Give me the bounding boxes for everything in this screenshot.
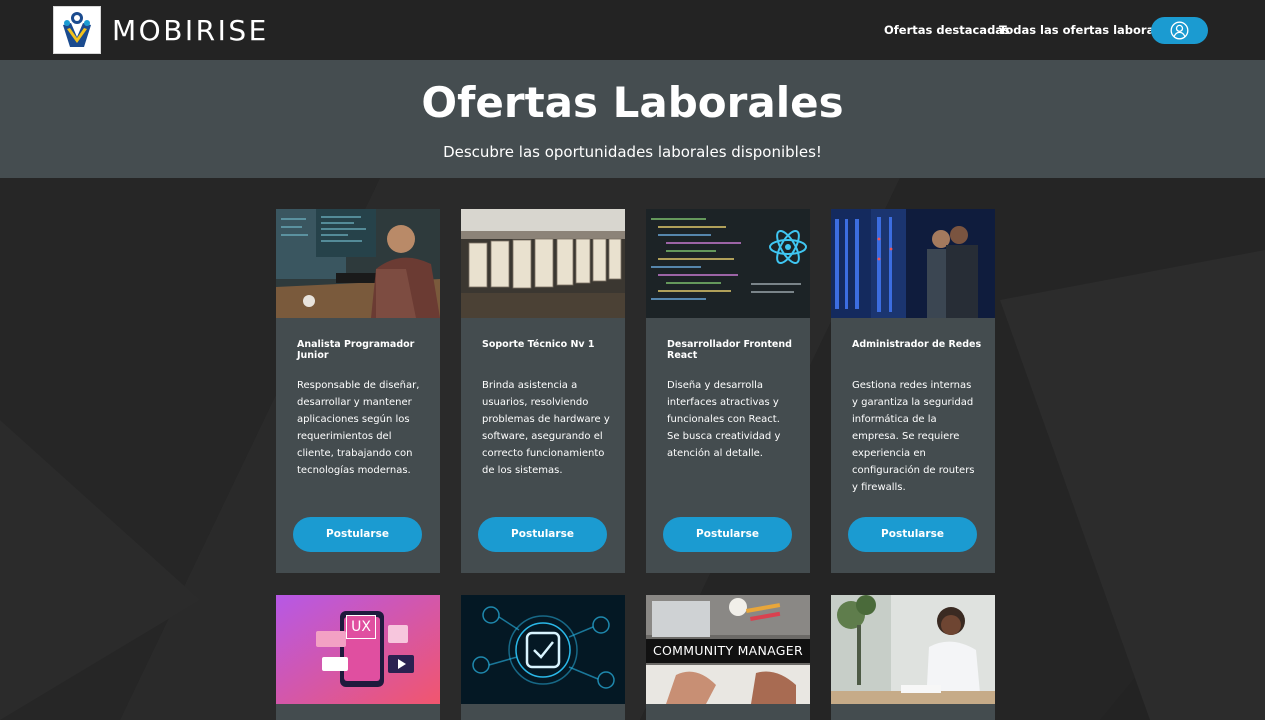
nav-link-all-offers[interactable]: Todas las ofertas laborales (999, 22, 1173, 38)
job-card: UX (276, 595, 440, 720)
apply-button[interactable]: Postularse (848, 517, 977, 552)
job-card (831, 595, 995, 720)
nav-link-featured[interactable]: Ofertas destacadas (884, 22, 1010, 38)
apply-button[interactable]: Postularse (663, 517, 792, 552)
job-image-ux: UX (276, 595, 440, 704)
page-subtitle: Descubre las oportunidades laborales dis… (443, 143, 822, 161)
job-card: Soporte Técnico Nv 1 Brinda asistencia a… (461, 209, 625, 573)
job-image-community: COMMUNITY MANAGER (646, 595, 810, 704)
job-card: Analista Programador Junior Responsable … (276, 209, 440, 573)
job-image-network (831, 209, 995, 318)
job-card: Desarrollador Frontend React Diseña y de… (646, 209, 810, 573)
apply-button[interactable]: Postularse (478, 517, 607, 552)
job-image-support (461, 209, 625, 318)
job-card: COMMUNITY MANAGER (646, 595, 810, 720)
job-image-security (461, 595, 625, 704)
job-description: Diseña y desarrolla interfaces atractiva… (667, 380, 781, 459)
job-title: Analista Programador Junior (297, 339, 415, 361)
ux-label: UX (346, 615, 376, 639)
community-manager-label: COMMUNITY MANAGER (646, 639, 810, 663)
job-image-operator (831, 595, 995, 704)
job-description: Brinda asistencia a usuarios, resolviend… (482, 380, 610, 476)
apply-button[interactable]: Postularse (293, 517, 422, 552)
job-image-react (646, 209, 810, 318)
job-image-programmer (276, 209, 440, 318)
job-card: Administrador de Redes Gestiona redes in… (831, 209, 995, 573)
job-card (461, 595, 625, 720)
job-description: Gestiona redes internas y garantiza la s… (852, 380, 975, 493)
logo[interactable] (53, 6, 101, 54)
hero-section: Ofertas Laborales Descubre las oportunid… (0, 60, 1265, 178)
user-button[interactable] (1151, 17, 1208, 44)
job-description: Responsable de diseñar, desarrollar y ma… (297, 380, 420, 476)
brand-name[interactable]: MOBIRISE (112, 15, 269, 47)
job-title: Administrador de Redes (852, 339, 982, 350)
job-title: Desarrollador Frontend React (667, 339, 792, 361)
page-title: Ofertas Laborales (421, 78, 844, 127)
job-title: Soporte Técnico Nv 1 (482, 339, 595, 350)
user-icon (1170, 21, 1189, 40)
navbar: MOBIRISE Ofertas destacadas Todas las of… (0, 0, 1265, 60)
logo-icon (63, 12, 91, 47)
